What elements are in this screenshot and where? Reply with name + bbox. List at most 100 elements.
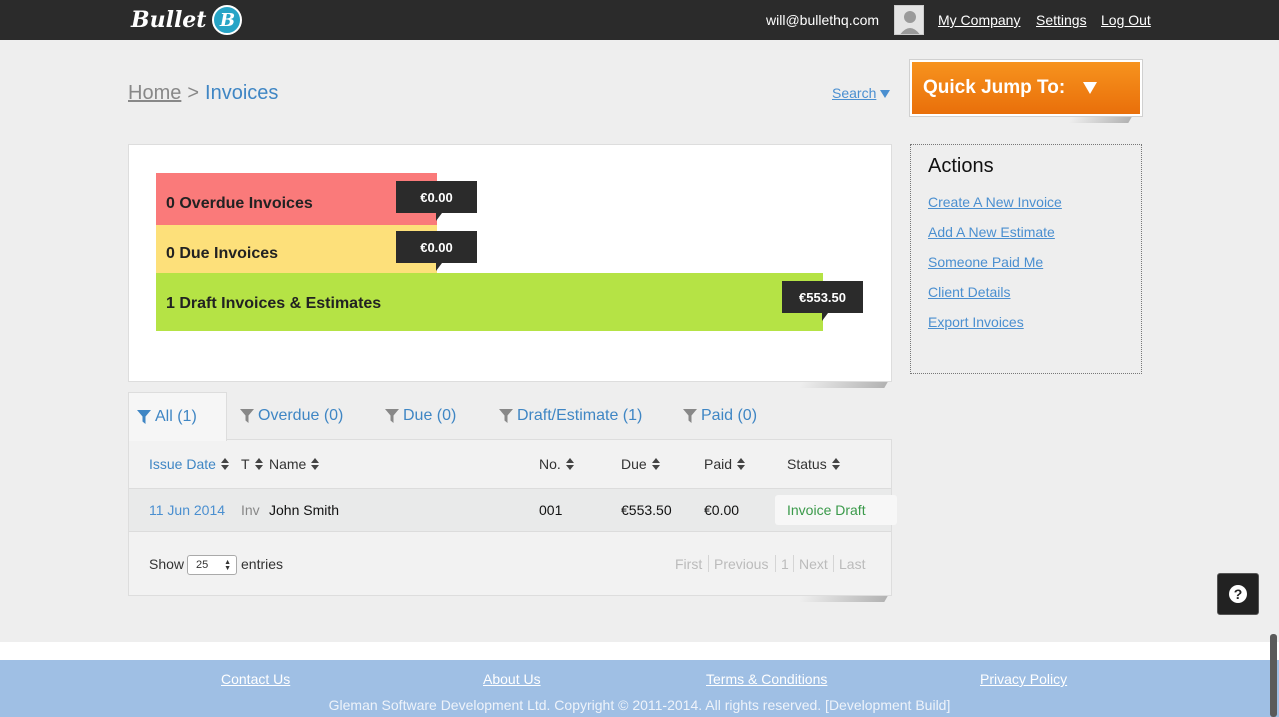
pager-divider xyxy=(775,555,776,572)
tab-label: Draft/Estimate (1) xyxy=(517,407,643,424)
filter-icon xyxy=(499,409,513,423)
number-cell: 001 xyxy=(539,502,563,518)
breadcrumb-separator: > xyxy=(187,82,200,104)
sort-icon xyxy=(254,458,263,470)
due-label: 0 Due Invoices xyxy=(166,245,279,262)
filter-icon xyxy=(683,409,697,423)
column-label: No. xyxy=(539,456,561,472)
column-header-number[interactable]: No. xyxy=(539,456,574,472)
panel-shadow xyxy=(1068,117,1132,123)
privacy-policy-link[interactable]: Privacy Policy xyxy=(980,671,1067,687)
avatar[interactable] xyxy=(894,5,924,35)
copyright-text: Gleman Software Development Ltd. Copyrig… xyxy=(328,697,951,713)
sort-icon xyxy=(651,458,660,470)
sort-icon xyxy=(831,458,840,470)
question-icon: ? xyxy=(1229,585,1247,603)
entries-label: entries xyxy=(241,556,284,572)
log-out-link[interactable]: Log Out xyxy=(1101,12,1151,28)
issue-date-cell: 11 Jun 2014 xyxy=(149,502,226,518)
pager-divider xyxy=(793,555,794,572)
invoices-table: Issue Date T Name No. Due Paid Status 11… xyxy=(128,439,897,596)
pager-previous[interactable]: Previous xyxy=(714,556,768,572)
quick-jump-label: Quick Jump To: xyxy=(923,77,1066,98)
page-size-select[interactable]: 25 ▲ ▼ xyxy=(187,555,237,575)
contact-us-link[interactable]: Contact Us xyxy=(221,671,290,687)
tab-label: Overdue (0) xyxy=(258,407,344,424)
pager-divider xyxy=(833,555,834,572)
search-caret-icon[interactable] xyxy=(880,90,890,98)
client-details-link[interactable]: Client Details xyxy=(928,284,1010,300)
tab-all[interactable]: All (1) xyxy=(128,392,227,441)
draft-bar[interactable]: 1 Draft Invoices & Estimates xyxy=(156,273,823,331)
status-badge: Invoice Draft xyxy=(775,495,897,525)
page-title: Invoices xyxy=(205,82,279,104)
sort-icon xyxy=(565,458,574,470)
user-silhouette-icon xyxy=(895,6,923,34)
sort-icon xyxy=(220,458,229,470)
logo-badge-icon: B xyxy=(212,5,243,35)
paid-cell: €0.00 xyxy=(704,502,740,518)
column-label: Issue Date xyxy=(149,456,216,472)
page-size-value: 25 xyxy=(196,559,209,571)
column-header-due[interactable]: Due xyxy=(621,456,660,472)
footer: Contact Us About Us Terms & Conditions P… xyxy=(0,660,1279,717)
page-scrollbar[interactable] xyxy=(1270,634,1277,717)
search-link[interactable]: Search xyxy=(832,85,876,101)
column-header-status[interactable]: Status xyxy=(787,456,840,472)
add-estimate-link[interactable]: Add A New Estimate xyxy=(928,224,1055,240)
sort-icon xyxy=(737,458,746,470)
column-header-name[interactable]: Name xyxy=(269,456,320,472)
invoice-summary-panel: 0 Overdue Invoices 0 Due Invoices 1 Draf… xyxy=(128,144,892,382)
about-us-link[interactable]: About Us xyxy=(483,671,541,687)
pager-next[interactable]: Next xyxy=(799,556,828,572)
column-label: Status xyxy=(787,456,827,472)
column-label: T xyxy=(241,456,250,472)
tab-paid[interactable]: Paid (0) xyxy=(683,392,757,440)
tab-overdue[interactable]: Overdue (0) xyxy=(240,392,343,440)
pager-divider xyxy=(708,555,709,572)
help-button[interactable]: ? xyxy=(1217,573,1259,615)
pager-first[interactable]: First xyxy=(675,556,702,572)
bullet-logo[interactable]: Bullet B xyxy=(131,4,243,36)
pager-page-1[interactable]: 1 xyxy=(781,556,789,572)
name-cell: John Smith xyxy=(269,502,340,518)
actions-panel: Actions Create A New Invoice Add A New E… xyxy=(910,144,1142,374)
panel-shadow xyxy=(798,382,888,388)
quick-jump-button[interactable]: Quick Jump To: xyxy=(910,60,1142,116)
terms-conditions-link[interactable]: Terms & Conditions xyxy=(706,671,827,687)
select-arrows-icon: ▲ ▼ xyxy=(224,559,231,572)
filter-icon xyxy=(385,409,399,423)
user-email: will@bullethq.com xyxy=(766,12,880,28)
tab-label: Due (0) xyxy=(403,407,457,424)
tab-draft-estimate[interactable]: Draft/Estimate (1) xyxy=(499,392,642,440)
my-company-link[interactable]: My Company xyxy=(938,12,1020,28)
footer-divider xyxy=(0,642,1279,660)
tab-label: Paid (0) xyxy=(701,407,758,424)
settings-link[interactable]: Settings xyxy=(1036,12,1087,28)
sort-icon xyxy=(311,458,320,470)
actions-title: Actions xyxy=(928,155,994,177)
column-label: Name xyxy=(269,456,307,472)
table-row[interactable]: 11 Jun 2014 Inv John Smith 001 €553.50 €… xyxy=(129,488,897,532)
due-cell: €553.50 xyxy=(621,502,672,518)
column-label: Paid xyxy=(704,456,733,472)
overdue-label: 0 Overdue Invoices xyxy=(166,195,313,212)
someone-paid-me-link[interactable]: Someone Paid Me xyxy=(928,254,1043,270)
column-header-type[interactable]: T xyxy=(241,456,263,472)
tab-label: All (1) xyxy=(155,408,197,425)
column-header-paid[interactable]: Paid xyxy=(704,456,746,472)
due-bar[interactable]: 0 Due Invoices xyxy=(156,225,437,275)
logo-text: Bullet xyxy=(131,7,207,33)
tab-due[interactable]: Due (0) xyxy=(385,392,456,440)
create-invoice-link[interactable]: Create A New Invoice xyxy=(928,194,1062,210)
overdue-amount-tag: €0.00 xyxy=(396,181,477,221)
breadcrumb-home-link[interactable]: Home xyxy=(128,82,181,104)
column-header-issue-date[interactable]: Issue Date xyxy=(149,456,229,472)
draft-amount-tag: €553.50 xyxy=(782,281,863,321)
draft-label: 1 Draft Invoices & Estimates xyxy=(166,295,382,312)
overdue-bar[interactable]: 0 Overdue Invoices xyxy=(156,173,437,231)
due-amount-tag: €0.00 xyxy=(396,231,477,271)
pager-last[interactable]: Last xyxy=(839,556,865,572)
export-invoices-link[interactable]: Export Invoices xyxy=(928,314,1024,330)
type-cell: Inv xyxy=(241,502,260,518)
